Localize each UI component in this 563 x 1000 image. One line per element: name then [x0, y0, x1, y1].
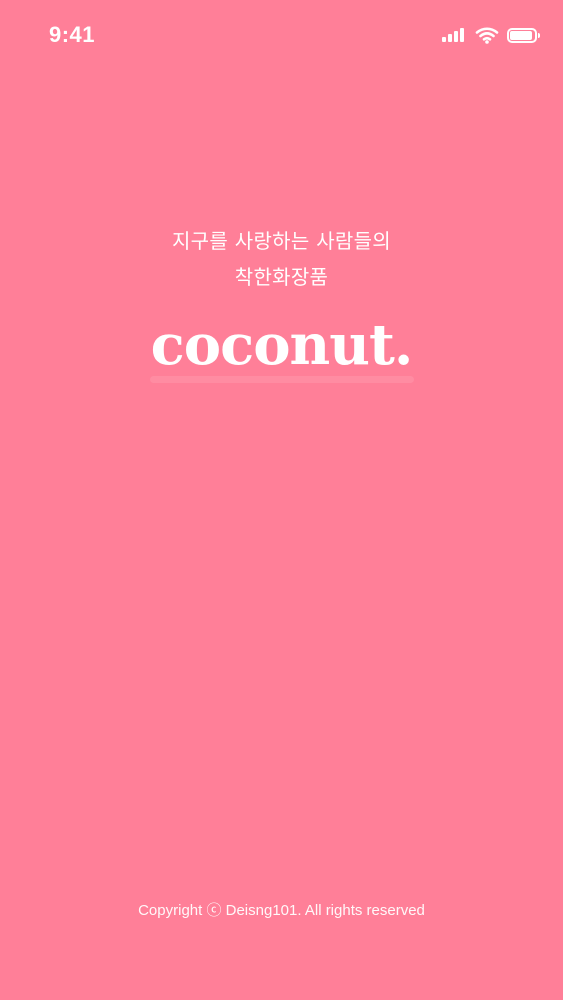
tagline-line-2: 착한화장품 [234, 265, 329, 289]
status-time: 9:41 [49, 22, 96, 47]
wifi-icon [475, 27, 499, 44]
status-bar: 9:41 [0, 0, 563, 70]
splash-screen: 9:41 지구를 사랑하는 사람들의 착한화장품 coconut. Copyri… [0, 0, 563, 1000]
copyright-text: Copyright ⓒ Deisng101. All rights reserv… [138, 902, 425, 919]
status-icons [442, 25, 540, 45]
brand-block: 지구를 사랑하는 사람들의 착한화장품 coconut. [0, 223, 563, 387]
logo: coconut. [122, 313, 442, 387]
battery-icon [507, 27, 540, 43]
signal-icon [442, 26, 468, 44]
logo-shadow [149, 376, 414, 383]
tagline-line-1: 지구를 사랑하는 사람들의 [171, 229, 391, 253]
